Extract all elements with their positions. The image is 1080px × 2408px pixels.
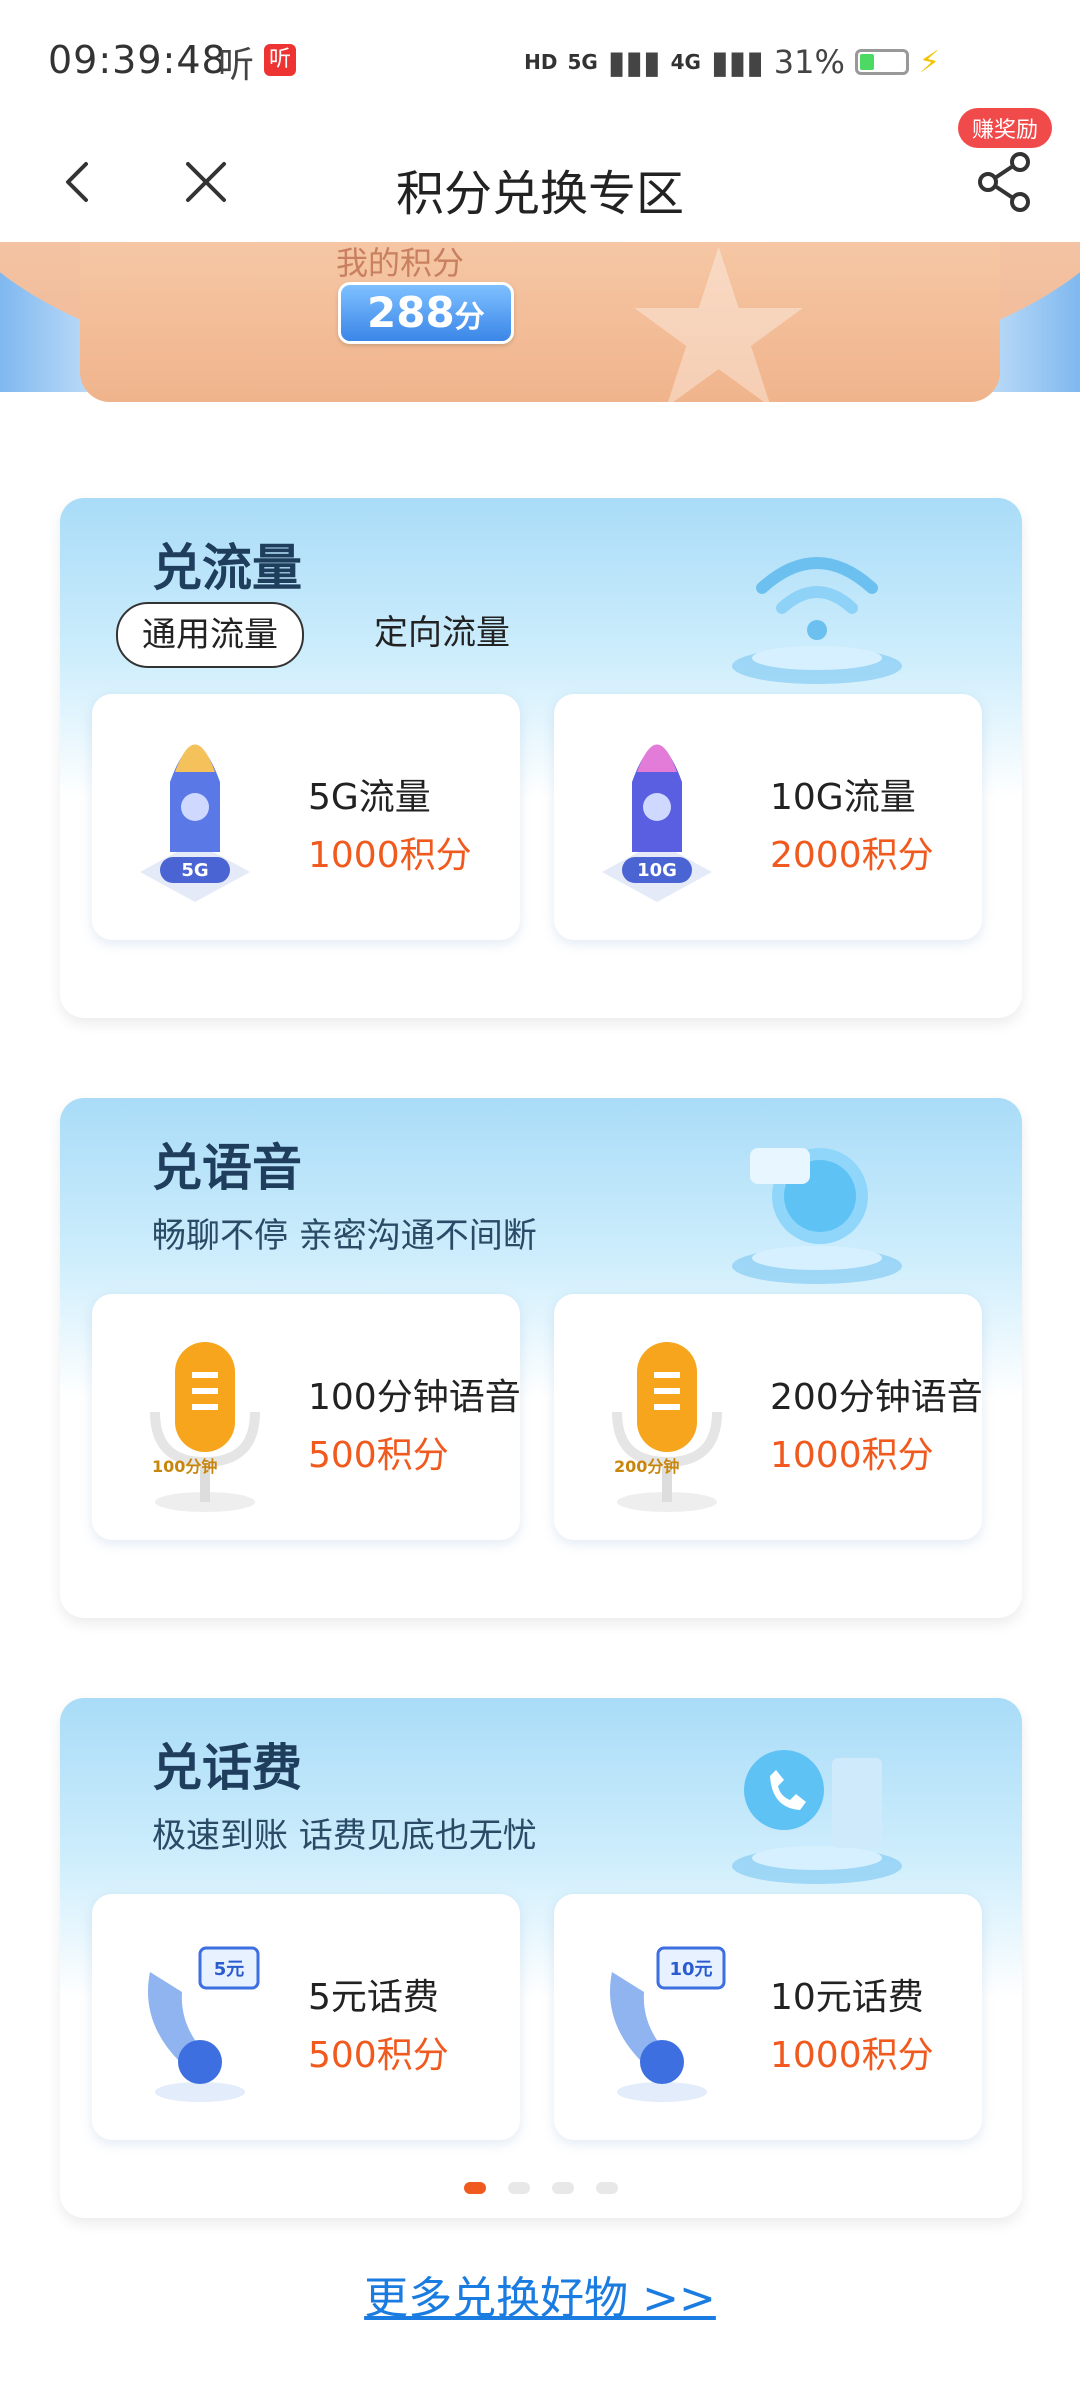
more-rewards-link[interactable]: 更多兑换好物 >> — [0, 2262, 1080, 2326]
item-name: 5G流量 — [308, 777, 431, 818]
star-decoration-icon: ★ — [620, 242, 818, 442]
reward-badge[interactable]: 赚奖励 — [957, 108, 1052, 148]
battery-icon — [854, 49, 909, 75]
notification-app-icon: 听 — [264, 44, 296, 76]
page-dot[interactable] — [552, 2182, 574, 2194]
item-name: 100分钟语音 — [308, 1377, 521, 1418]
signal-4g-icon: 4G — [670, 50, 701, 74]
points-balance[interactable]: 288分 — [338, 282, 514, 344]
battery-fill — [859, 54, 874, 70]
status-bar: 09:39:48 听 听 HD 5G ▮▮▮ 4G ▮▮▮ 31% ⚡ — [0, 0, 1080, 124]
signal-bars-icon: ▮▮▮ — [607, 43, 661, 81]
rocket-tag: 10G — [637, 860, 677, 881]
item-5yuan-bill[interactable]: 5元 5元话费 500积分 — [92, 1894, 520, 2140]
item-cost: 1000积分 — [308, 835, 472, 876]
microphone-icon: 100分钟 — [150, 1342, 260, 1512]
mic-tag: 200分钟 — [614, 1457, 679, 1476]
status-time: 09:39:48 — [48, 38, 227, 82]
page-indicator — [60, 2182, 1022, 2194]
item-name: 10元话费 — [770, 1977, 924, 2018]
item-name: 10G流量 — [770, 777, 916, 818]
page-dot[interactable] — [508, 2182, 530, 2194]
section-title: 兑语音 — [152, 1139, 302, 1197]
item-100min-voice[interactable]: 100分钟 100分钟语音 500积分 — [92, 1294, 521, 1540]
section-traffic: 兑流量 通用流量 定向流量 5G 5G流量 1000积分 10G 10G流量 2… — [60, 498, 1022, 1018]
banner-card — [80, 242, 1000, 402]
item-cost: 1000积分 — [770, 2035, 934, 2076]
points-banner: ★ 我的积分 288分 — [0, 242, 1080, 442]
item-cost: 1000积分 — [770, 1435, 934, 1476]
page-dot[interactable] — [596, 2182, 618, 2194]
microphone-icon: 200分钟 — [612, 1342, 722, 1512]
tab-directed-traffic[interactable]: 定向流量 — [350, 602, 534, 664]
item-name: 5元话费 — [308, 1977, 439, 2018]
status-indicators: HD 5G ▮▮▮ 4G ▮▮▮ 31% ⚡ — [524, 43, 940, 81]
section-subtitle: 畅聊不停 亲密沟通不间断 — [152, 1216, 537, 1256]
phone-call-icon — [732, 1750, 902, 1884]
phone-handset-icon: 10元 — [610, 1946, 726, 2102]
item-10g-traffic[interactable]: 10G 10G流量 2000积分 — [554, 694, 982, 940]
chat-bubble-icon — [732, 1148, 902, 1284]
points-unit: 分 — [454, 300, 485, 335]
item-name: 200分钟语音 — [770, 1377, 983, 1418]
hd-icon: HD — [524, 50, 558, 74]
section-subtitle: 极速到账 话费见底也无忧 — [152, 1816, 537, 1856]
section-title: 兑流量 — [152, 539, 302, 597]
wifi-icon — [732, 557, 902, 684]
my-points-label: 我的积分 — [336, 244, 465, 282]
points-value: 288 — [367, 288, 455, 337]
rocket-icon: 5G — [140, 744, 250, 902]
charging-icon: ⚡ — [918, 44, 940, 80]
section-title: 兑话费 — [152, 1739, 302, 1797]
page-title: 积分兑换专区 — [395, 166, 684, 222]
section-voice: 兑语音 畅聊不停 亲密沟通不间断 100分钟 100分钟语音 500积分 200… — [60, 1098, 1022, 1618]
item-200min-voice[interactable]: 200分钟 200分钟语音 1000积分 — [554, 1294, 983, 1540]
share-icon[interactable] — [968, 146, 1040, 218]
signal-bars-icon-2: ▮▮▮ — [710, 43, 764, 81]
phone-handset-icon: 5元 — [148, 1946, 260, 2102]
status-app-label: 听 — [218, 45, 255, 86]
signal-5g-icon: 5G — [567, 50, 598, 74]
section-phone-bill: 兑话费 极速到账 话费见底也无忧 5元 5元话费 500积分 10元 10元话费… — [60, 1698, 1022, 2218]
tab-general-traffic[interactable]: 通用流量 — [116, 602, 304, 668]
page-dot[interactable] — [464, 2182, 486, 2194]
item-5g-traffic[interactable]: 5G 5G流量 1000积分 — [92, 694, 520, 940]
item-10yuan-bill[interactable]: 10元 10元话费 1000积分 — [554, 1894, 982, 2140]
battery-percent: 31% — [773, 43, 845, 81]
nav-bar: 积分兑换专区 赚奖励 — [0, 108, 1080, 242]
mic-tag: 100分钟 — [152, 1457, 217, 1476]
bill-tag: 10元 — [669, 1959, 712, 1980]
rocket-tag: 5G — [181, 860, 208, 881]
rocket-icon: 10G — [602, 744, 712, 902]
item-cost: 500积分 — [308, 1435, 449, 1476]
bill-tag: 5元 — [214, 1959, 245, 1980]
item-cost: 500积分 — [308, 2035, 449, 2076]
item-cost: 2000积分 — [770, 835, 934, 876]
